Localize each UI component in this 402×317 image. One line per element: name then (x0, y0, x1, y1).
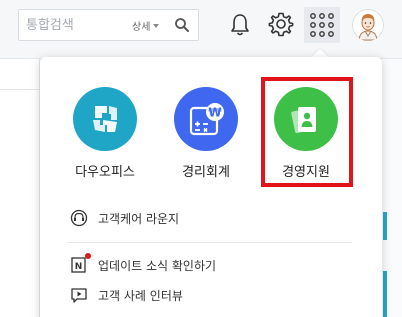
headset-icon (70, 209, 88, 227)
search-icon[interactable] (174, 17, 190, 37)
bell-icon[interactable] (229, 12, 251, 42)
apps-grid-icon[interactable] (304, 7, 340, 43)
search-detail-label: 상세 (132, 22, 151, 33)
search-input[interactable] (19, 10, 119, 40)
customer-care-lounge-link[interactable]: 고객케어 라운지 (70, 208, 179, 228)
background-sidebar (0, 59, 40, 317)
search-detail-dropdown[interactable]: 상세 (132, 18, 160, 33)
gear-icon[interactable] (268, 11, 294, 41)
svg-text:₩: ₩ (208, 106, 222, 120)
news-icon: N (70, 253, 91, 274)
highlight-box (261, 77, 353, 187)
menu-item-label: 고객케어 라운지 (98, 211, 180, 226)
video-chat-icon (70, 286, 88, 304)
search-box[interactable]: 상세 (18, 9, 199, 41)
menu-item-label: 업데이트 소식 확인하기 (98, 258, 217, 273)
app-launcher-panel: 다우오피스 ₩ 경리회계 경영지원 고객케어 라운지 N 업데이트 소식 확인하… (40, 57, 382, 317)
update-news-link[interactable]: N 업데이트 소식 확인하기 (70, 253, 217, 275)
chevron-down-icon (153, 23, 160, 28)
new-badge-dot (85, 253, 91, 259)
app-label: 다우오피스 (75, 165, 135, 180)
menu-item-label: 고객 사례 인터뷰 (98, 288, 183, 303)
customer-interview-link[interactable]: 고객 사례 인터뷰 (70, 285, 183, 305)
avatar[interactable] (352, 9, 384, 41)
top-header: 상세 (0, 0, 402, 59)
dauoffice-icon (73, 87, 137, 151)
divider (68, 242, 352, 243)
app-dauoffice[interactable]: 다우오피스 (60, 87, 150, 183)
svg-text:N: N (75, 262, 83, 272)
app-label: 경리회계 (182, 165, 230, 180)
app-accounting[interactable]: ₩ 경리회계 (161, 87, 251, 183)
background-content-edge (382, 59, 402, 317)
accounting-calculator-icon: ₩ (174, 87, 238, 151)
